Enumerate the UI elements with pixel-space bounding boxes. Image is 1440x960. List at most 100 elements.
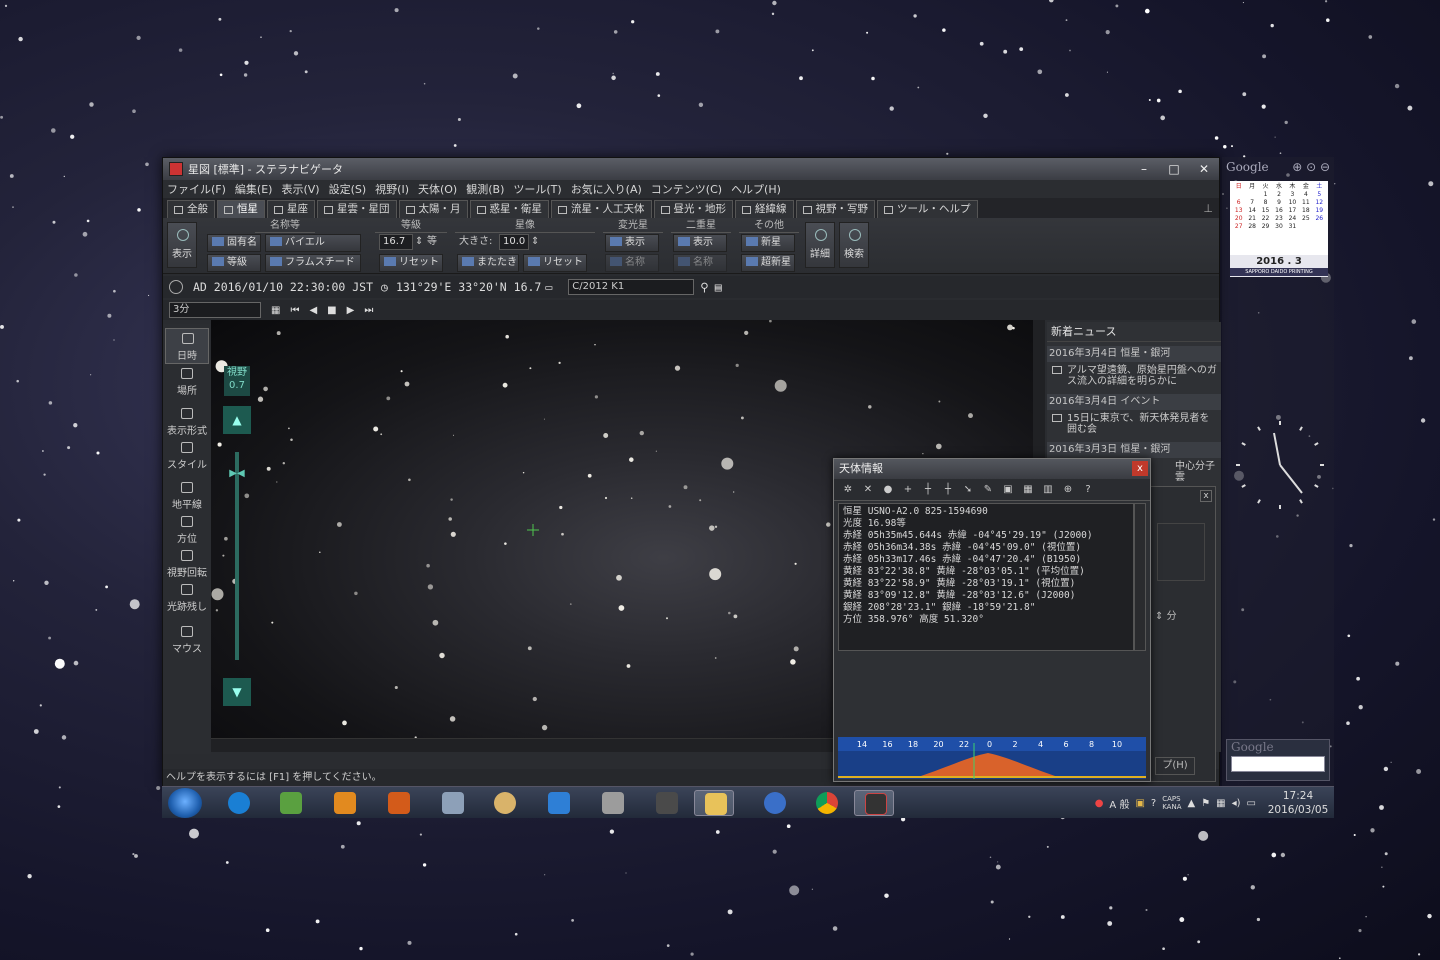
menu-edit[interactable]: 編集(E) [235, 181, 273, 197]
maximize-button[interactable]: □ [1159, 158, 1189, 180]
volume-icon[interactable]: ◂) [1232, 798, 1241, 809]
menu-help[interactable]: ヘルプ(H) [731, 181, 781, 197]
nova-button[interactable]: 新星 [741, 234, 795, 252]
calendar-day[interactable] [1245, 191, 1258, 199]
menu-observe[interactable]: 観測(B) [466, 181, 504, 197]
taskbar-camera[interactable] [538, 790, 578, 816]
taskbar-media-player[interactable] [324, 790, 364, 816]
image-reset-button[interactable]: リセット [523, 254, 587, 272]
tab-grid-lines[interactable]: 経緯線 [735, 200, 794, 218]
display-toggle-button[interactable]: 表示 [167, 222, 197, 268]
calendar-day[interactable]: 10 [1286, 199, 1299, 207]
crosshair-icon[interactable]: + [900, 483, 916, 497]
variable-name-button[interactable]: 名称 [605, 254, 659, 272]
tray-package-icon[interactable]: ▣ [1135, 798, 1144, 809]
google-search-input[interactable] [1231, 756, 1325, 772]
news-item[interactable]: 15日に東京で、新天体発見者を囲む会 [1047, 410, 1221, 438]
calendar-day[interactable] [1313, 223, 1326, 231]
calendar-day[interactable]: 4 [1299, 191, 1312, 199]
gadget-controls[interactable]: ⊕ ⊙ ⊖ [1292, 160, 1330, 174]
calendar-day[interactable]: 21 [1245, 215, 1258, 223]
mouse-tool[interactable]: マウス [165, 622, 209, 658]
calendar-gadget[interactable]: 日月火水木金土 1 2 3 4 5 6 7 8 9 10 11 12 13 14 15 16 17 18 19 20 21… [1230, 181, 1328, 277]
proper-name-button[interactable]: 固有名 [207, 234, 261, 252]
dialog-close-button[interactable]: x [1200, 490, 1212, 502]
time-step-select[interactable]: 3分 [169, 302, 261, 318]
location-tool[interactable]: 場所 [165, 364, 209, 400]
crosshair-up-icon[interactable]: ┼ [920, 483, 936, 497]
zoom-in-button[interactable]: ▲ [223, 406, 251, 434]
flamsteed-button[interactable]: フラムスチード [265, 254, 361, 272]
calendar-day[interactable]: 23 [1272, 215, 1285, 223]
help-button[interactable]: プ(H) [1155, 757, 1195, 775]
calendar-day[interactable]: 31 [1286, 223, 1299, 231]
zoom-out-button[interactable]: ▼ [223, 678, 251, 706]
display-format-tool[interactable]: 表示形式 [165, 404, 209, 440]
taskbar-calculator[interactable] [432, 790, 472, 816]
cross-icon[interactable]: ✕ [860, 483, 876, 497]
crosshair-down-icon[interactable]: ┼ [940, 483, 956, 497]
map-icon[interactable]: ▭ [545, 280, 552, 294]
image-icon[interactable]: ▦ [1020, 483, 1036, 497]
rewind-icon[interactable]: ⏮ [290, 305, 299, 316]
tray-help-icon[interactable]: ? [1151, 798, 1156, 809]
ime-indicator[interactable]: A 般 [1109, 796, 1129, 811]
calendar-day[interactable]: 26 [1313, 215, 1326, 223]
calendar-day[interactable]: 24 [1286, 215, 1299, 223]
tray-app-icon[interactable]: ● [1095, 798, 1104, 809]
calendar-day[interactable]: 8 [1259, 199, 1272, 207]
tab-tools-help[interactable]: ツール・ヘルプ [877, 200, 978, 218]
menu-field[interactable]: 視野(I) [375, 181, 409, 197]
calendar-day[interactable]: 18 [1299, 207, 1312, 215]
menu-contents[interactable]: コンテンツ(C) [651, 181, 722, 197]
calendar-day[interactable]: 13 [1232, 207, 1245, 215]
time-mode-icon[interactable] [169, 280, 183, 294]
calendar-day[interactable]: 12 [1313, 199, 1326, 207]
pen-icon[interactable]: ✎ [980, 483, 996, 497]
star-icon[interactable]: ✲ [840, 483, 856, 497]
step-forward-icon[interactable]: ▶ [347, 305, 355, 316]
calendar-day[interactable]: 15 [1259, 207, 1272, 215]
calendar-day[interactable]: 19 [1313, 207, 1326, 215]
tab-field-of-view[interactable]: 視野・写野 [795, 200, 875, 218]
calendar-day[interactable]: 25 [1299, 215, 1312, 223]
taskbar-app-green[interactable] [270, 790, 310, 816]
datetime-display[interactable]: AD 2016/01/10 22:30:00 JST [193, 280, 373, 294]
magnitude-limit-input[interactable]: 16.7 [379, 234, 413, 250]
taskbar-photo-app[interactable] [646, 790, 686, 816]
double-show-button[interactable]: 表示 [673, 234, 727, 252]
datetime-tool[interactable]: 日時 [165, 328, 209, 364]
step-back-icon[interactable]: ◀ [309, 305, 317, 316]
tab-meteors-satellites[interactable]: 流星・人工天体 [551, 200, 652, 218]
taskbar-video-editor[interactable] [378, 790, 418, 816]
calendar-day[interactable]: 9 [1272, 199, 1285, 207]
calendar-day[interactable]: 28 [1245, 223, 1258, 231]
taskbar-ie[interactable] [218, 790, 258, 816]
menu-file[interactable]: ファイル(F) [167, 181, 226, 197]
list-icon[interactable]: ▤ [715, 280, 722, 294]
zoom-slider-track[interactable] [235, 452, 239, 660]
tray-expand-icon[interactable]: ▲ [1188, 798, 1196, 809]
chart-icon[interactable]: ▥ [1040, 483, 1056, 497]
menu-settings[interactable]: 設定(S) [329, 181, 367, 197]
taskbar-update[interactable] [754, 790, 794, 816]
magnitude-label-button[interactable]: 等級 [207, 254, 261, 272]
calendar-day[interactable]: 2 [1272, 191, 1285, 199]
supernova-button[interactable]: 超新星 [741, 254, 795, 272]
trail-tool[interactable]: 光跡残し [165, 580, 209, 616]
clock-icon[interactable]: ◷ [381, 280, 388, 294]
calendar-day[interactable]: 6 [1232, 199, 1245, 207]
search-icon[interactable]: ⚲ [700, 280, 708, 294]
taskbar-chrome[interactable] [806, 790, 846, 816]
info-scrollbar[interactable] [1134, 503, 1146, 651]
detail-button[interactable]: 詳細 [805, 222, 835, 268]
search-button[interactable]: 検索 [839, 222, 869, 268]
help-icon[interactable]: ? [1080, 483, 1096, 497]
pin-icon[interactable]: ⊥ [1203, 202, 1213, 215]
target-icon[interactable]: ⊕ [1060, 483, 1076, 497]
calendar-day[interactable]: 30 [1272, 223, 1285, 231]
window-switch-icon[interactable]: ▦ [1216, 798, 1225, 809]
bayer-button[interactable]: バイエル [265, 234, 361, 252]
calendar-day[interactable]: 14 [1245, 207, 1258, 215]
window-icon[interactable]: ▣ [1000, 483, 1016, 497]
